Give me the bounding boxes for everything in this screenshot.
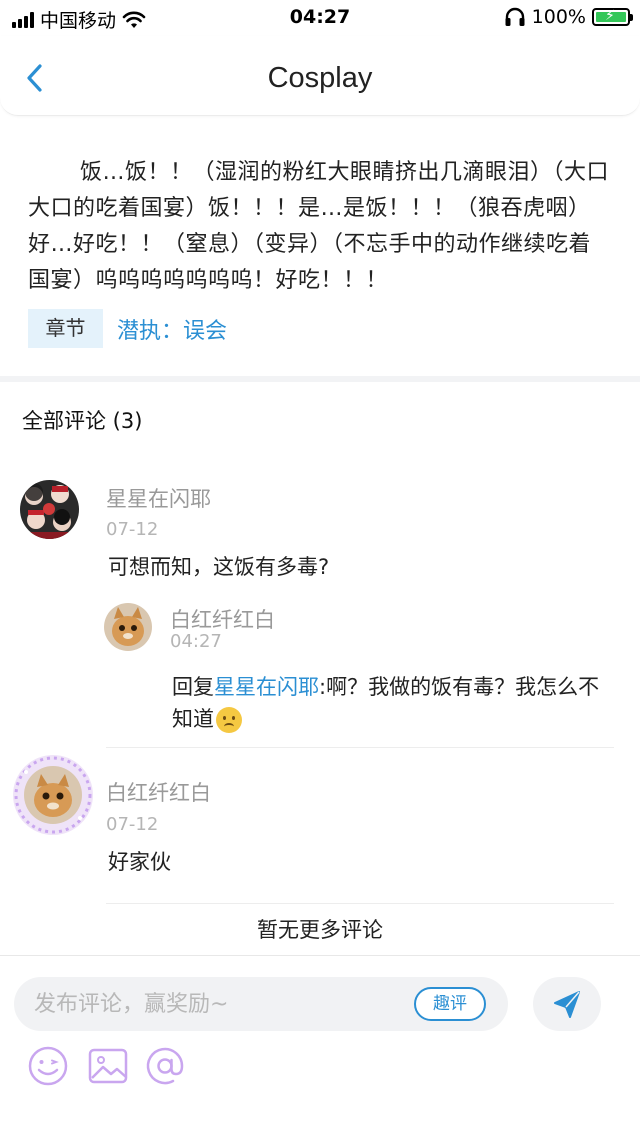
comment-text: 可想而知，这饭有多毒? <box>108 555 330 579</box>
battery-icon: ⚡ <box>592 8 633 26</box>
reply-avatar[interactable] <box>104 603 152 651</box>
frown-emoji-icon <box>216 707 242 733</box>
post-content: 饭…饭！！（湿润的粉红大眼睛挤出几滴眼泪）（大口大口的吃着国宴）饭！！！是…是饭… <box>28 160 610 293</box>
reply-date: 04:27 <box>170 631 222 652</box>
send-button[interactable] <box>533 977 601 1031</box>
comment-text: 好家伙 <box>108 850 171 874</box>
page-title: Cosplay <box>267 62 373 94</box>
comment-divider <box>106 903 614 904</box>
reply-prefix: 回复 <box>172 675 214 699</box>
comment-input-wrapper[interactable]: 趣评 <box>14 977 508 1031</box>
battery-percent: 100% <box>531 6 586 28</box>
status-bar: 中国移动 04:27 100% ⚡ <box>0 0 640 36</box>
comment-date: 07-12 <box>106 519 159 540</box>
reply-text: 回复星星在闪耶:啊？我做的饭有毒？我怎么不知道 <box>172 671 614 735</box>
comment-divider <box>106 747 614 748</box>
quping-button[interactable]: 趣评 <box>414 987 486 1021</box>
send-icon <box>554 991 580 1018</box>
reply-username[interactable]: 白红纤红白 <box>170 604 275 634</box>
image-icon[interactable] <box>86 1044 130 1088</box>
section-divider <box>0 376 640 382</box>
no-more-comments: 暂无更多评论 <box>257 918 383 942</box>
chapter-row: 章节 潜执：误会 <box>28 309 227 348</box>
avatar[interactable] <box>12 754 94 836</box>
comment-input-bar: 趣评 <box>0 955 640 1138</box>
headphones-icon <box>505 7 525 26</box>
comment-username[interactable]: 白红纤红白 <box>106 777 211 807</box>
comment-date: 07-12 <box>106 814 159 835</box>
smiley-icon[interactable] <box>26 1044 70 1088</box>
comments-title: 全部评论 (3) <box>22 409 143 433</box>
nav-bar: Cosplay <box>0 36 640 116</box>
comment-input[interactable] <box>34 977 394 1031</box>
reply-target-link[interactable]: 星星在闪耶 <box>214 675 319 699</box>
comment-username[interactable]: 星星在闪耶 <box>106 483 211 513</box>
chapter-badge: 章节 <box>28 309 103 348</box>
avatar[interactable] <box>20 480 79 539</box>
chapter-link[interactable]: 潜执：误会 <box>117 313 227 345</box>
status-right: 100% ⚡ <box>504 6 633 28</box>
at-icon[interactable] <box>143 1044 187 1088</box>
